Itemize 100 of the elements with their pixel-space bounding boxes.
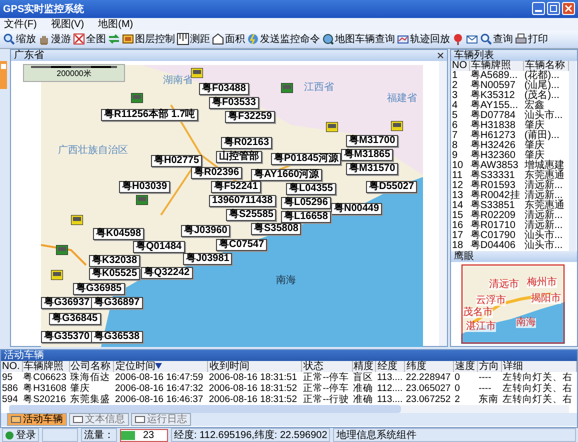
table-cell-text: 东莞集盛 bbox=[69, 394, 112, 405]
vehicle-label[interactable]: 山控管部 bbox=[216, 150, 262, 163]
vehicle-label[interactable]: 粤F32259 bbox=[225, 110, 275, 123]
vehicle-label[interactable]: 粤H03039 bbox=[119, 180, 170, 193]
toolbar-button[interactable]: 漫游 bbox=[37, 32, 72, 46]
vehicle-label[interactable]: 粤R11256本部 1.7吨 bbox=[101, 108, 198, 121]
vehicle-label[interactable]: 粤P01845河源 bbox=[271, 152, 342, 165]
vehicle-label[interactable]: 粤J03960 bbox=[181, 224, 230, 237]
table-cell-text: 粤C01790 bbox=[469, 230, 516, 241]
close-icon bbox=[565, 5, 572, 12]
table-cell-text: 4 bbox=[451, 100, 459, 111]
vehicle-label[interactable]: 粤C07547 bbox=[216, 238, 268, 251]
toolbar-button[interactable]: 图层控制 bbox=[121, 32, 176, 46]
city-label: 湛江市 bbox=[466, 322, 496, 332]
tab[interactable]: 活动车辆 bbox=[7, 412, 67, 426]
toolbar-button[interactable]: 发送监控命令 bbox=[246, 32, 321, 46]
table-cell-text: 粤D04406 bbox=[469, 240, 516, 251]
vehicle-label[interactable]: 粤L04355 bbox=[286, 182, 336, 195]
column-header[interactable]: NO bbox=[451, 60, 470, 71]
vehicle-label[interactable]: 粤L16658 bbox=[281, 210, 331, 223]
column-header[interactable]: 状态 bbox=[302, 360, 352, 372]
scrollbar[interactable] bbox=[9, 404, 569, 413]
table-cell-text: 2006-08-16 18:31:52 bbox=[208, 394, 298, 405]
vehicle-label[interactable]: 粤F03488 bbox=[199, 82, 249, 95]
table-cell-text: 东南 bbox=[478, 394, 500, 405]
column-header[interactable]: 车辆牌照 bbox=[469, 60, 524, 71]
mail-icon[interactable] bbox=[465, 33, 479, 46]
vehicle-label[interactable]: 粤R02163 bbox=[221, 136, 272, 149]
vehicle-label[interactable]: 粤M31700 bbox=[346, 134, 398, 147]
vehicle-label[interactable]: 粤L05296 bbox=[281, 196, 331, 209]
vehicle-label[interactable]: 粤S35808 bbox=[251, 222, 302, 235]
column-header[interactable]: 收到时间 bbox=[208, 360, 302, 372]
vehicle-label[interactable]: 13960711438 bbox=[209, 194, 276, 207]
table-cell-text: 2006-08-16 16:46:37 bbox=[114, 394, 204, 405]
table-cell: 粤C06623 bbox=[22, 372, 70, 383]
menu-item[interactable]: 文件(F) bbox=[4, 17, 37, 32]
vehicle-label[interactable]: 粤R02396 bbox=[191, 166, 242, 179]
toolbar-button[interactable]: 轨迹回放 bbox=[396, 32, 451, 46]
vehicle-label[interactable]: 粤M31865 bbox=[341, 148, 394, 161]
menu-item[interactable]: 地图(M) bbox=[98, 17, 134, 32]
vehicle-label[interactable]: 粤K32038 bbox=[89, 254, 140, 267]
close-button[interactable] bbox=[562, 2, 575, 16]
province-label: 广西壮族自治区 bbox=[58, 144, 128, 157]
toolbar-button[interactable]: 查询 bbox=[479, 32, 514, 46]
vehicle-label[interactable]: 粤AY1660河源 bbox=[251, 168, 322, 181]
vehicle-label[interactable]: 粤F52241 bbox=[211, 180, 261, 193]
globe-lightning-icon bbox=[247, 33, 259, 46]
table-cell-text: 清远新... bbox=[523, 220, 564, 231]
vehicle-label[interactable]: 粤F03533 bbox=[209, 96, 259, 109]
column-header[interactable]: 定位时间 bbox=[114, 360, 208, 372]
table-cell: 2006-08-16 18:31:51 bbox=[208, 372, 302, 383]
vehicle-label[interactable]: 粤G36845 bbox=[49, 312, 101, 325]
toolbar-button[interactable]: 缩放 bbox=[2, 32, 37, 46]
vehicle-label[interactable]: 粤H02775 bbox=[151, 154, 202, 167]
table-cell: 肇庆 bbox=[523, 150, 568, 161]
scrollbar[interactable] bbox=[569, 60, 576, 251]
toolbar-button[interactable]: 全图 bbox=[72, 32, 107, 46]
menu-item[interactable]: 视图(V) bbox=[50, 17, 84, 32]
arrows-icon[interactable] bbox=[107, 33, 121, 46]
vehicle-label[interactable]: 粤S25585 bbox=[226, 208, 276, 221]
minimize-button[interactable] bbox=[532, 2, 545, 16]
tab[interactable]: 文本信息 bbox=[69, 412, 129, 426]
vehicle-label[interactable]: 粤D55027 bbox=[366, 180, 418, 193]
panel-title: 车辆列表 bbox=[454, 50, 494, 61]
globe-search-icon bbox=[322, 33, 334, 46]
vehicle-label[interactable]: 粤K05525 bbox=[89, 268, 140, 280]
vehicle-label[interactable]: 粤Q32242 bbox=[141, 266, 193, 279]
toolbar-button[interactable]: 地图车辆查询 bbox=[321, 32, 396, 46]
pin-icon[interactable] bbox=[451, 33, 465, 46]
column-header[interactable]: NO. bbox=[1, 360, 22, 372]
vehicle-label[interactable]: 粤G36538 bbox=[91, 330, 143, 343]
restore-icon bbox=[550, 5, 557, 12]
toolbar-button[interactable]: 面积 bbox=[211, 32, 246, 46]
toolbar-button[interactable]: 打印 bbox=[514, 32, 549, 46]
vehicle-label[interactable]: 粤N00449 bbox=[331, 202, 382, 215]
vehicle-label[interactable]: 粤M31570 bbox=[346, 162, 398, 175]
table-cell-text: 17 bbox=[451, 230, 464, 241]
scrollbar[interactable] bbox=[439, 60, 447, 346]
vehicle-label[interactable]: 粤K04598 bbox=[93, 228, 144, 240]
tab[interactable]: 运行日志 bbox=[131, 412, 191, 426]
column-header[interactable]: 车辆牌照 bbox=[22, 360, 70, 372]
vehicle-label[interactable]: 粤Q01484 bbox=[133, 240, 185, 253]
table-cell-text: 粤R0042挂 bbox=[469, 190, 521, 201]
vehicle-label[interactable]: 粤G36897 bbox=[91, 296, 143, 309]
restore-button[interactable] bbox=[547, 2, 560, 16]
sea-label: 南海 bbox=[276, 274, 296, 287]
flow-value: 23 bbox=[143, 430, 154, 440]
column-header[interactable]: 详细 bbox=[502, 360, 576, 372]
province-label: 福建省 bbox=[387, 92, 417, 105]
status-pane bbox=[42, 428, 78, 442]
vehicle-label[interactable]: 粤J03981 bbox=[183, 252, 232, 265]
toolbar-button[interactable]: 测距 bbox=[176, 32, 211, 46]
table-cell-text: 2 bbox=[454, 394, 461, 405]
close-icon[interactable] bbox=[437, 52, 444, 59]
column-header[interactable]: 车辆名称 bbox=[523, 60, 568, 71]
table-cell-text: 粤R02209 bbox=[469, 210, 516, 221]
city-label: 清远市 bbox=[489, 280, 519, 290]
table-cell-text: 14 bbox=[451, 200, 464, 211]
table-cell-text: 18 bbox=[451, 240, 464, 251]
vehicle-label[interactable]: 粤G36985 bbox=[73, 282, 125, 295]
